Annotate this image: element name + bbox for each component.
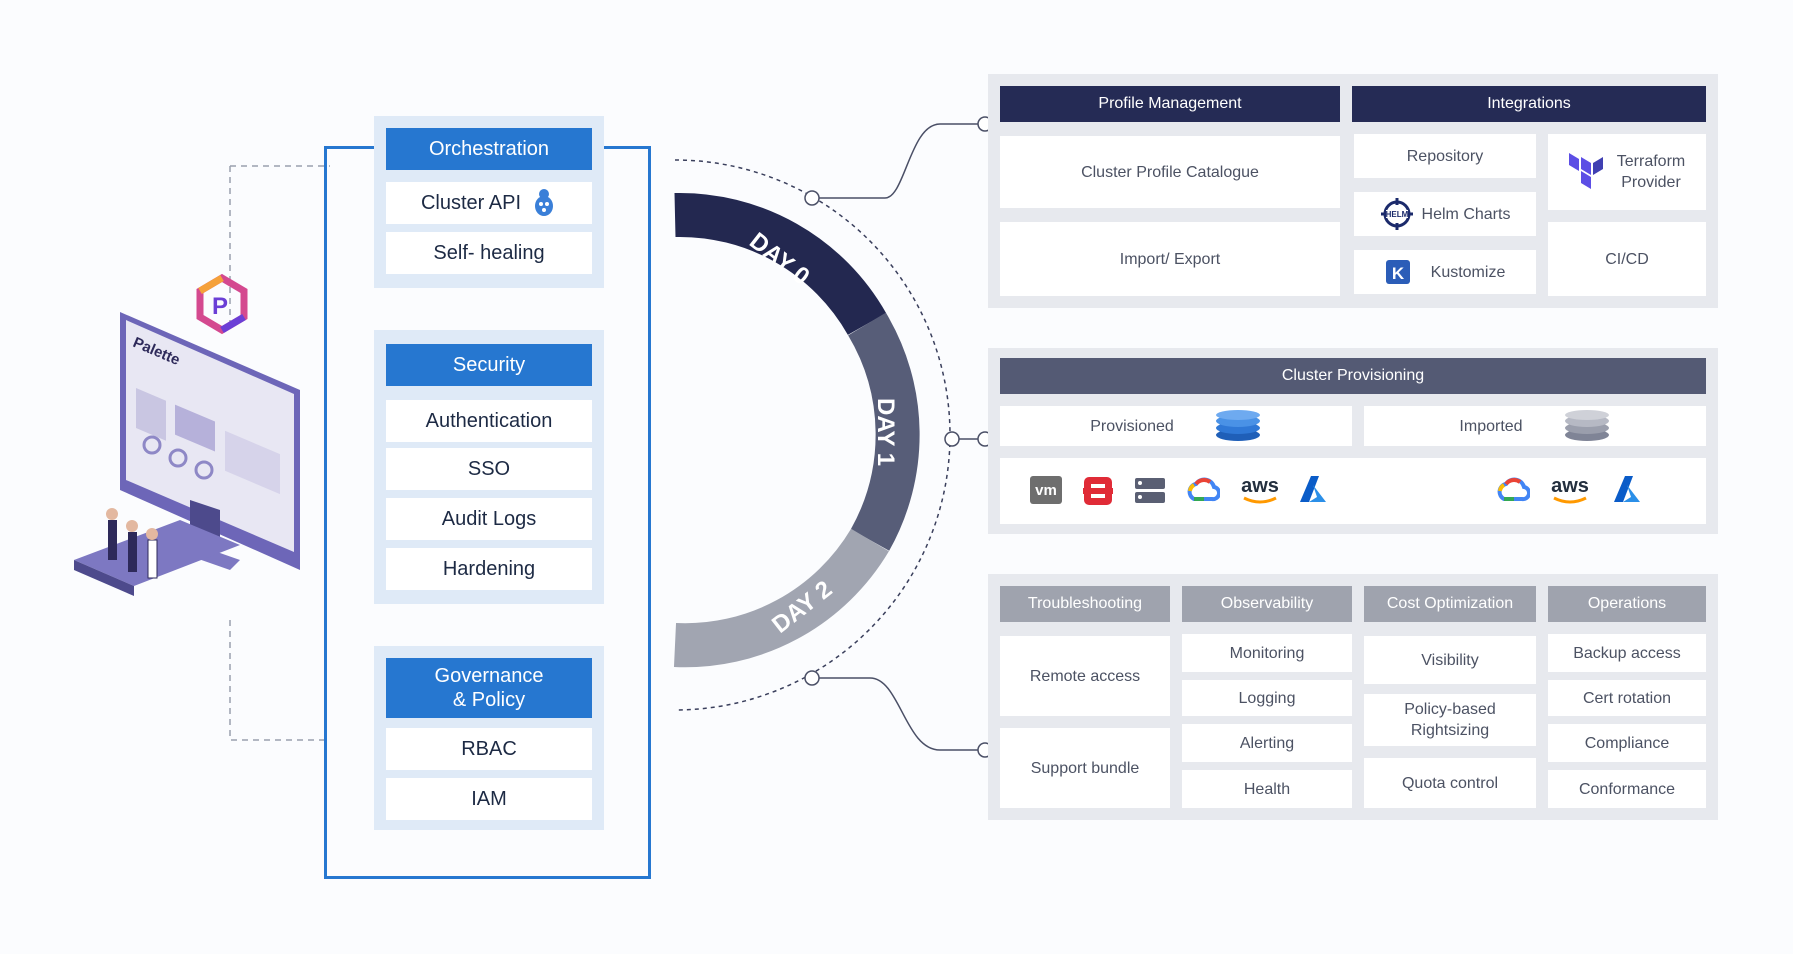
day2-connector-node bbox=[804, 670, 820, 686]
rbac-item: RBAC bbox=[386, 728, 592, 770]
provisioned-cell: Provisioned bbox=[1000, 406, 1352, 446]
visibility-cell: Visibility bbox=[1364, 636, 1536, 684]
helm-charts-cell: HELM Helm Charts bbox=[1354, 192, 1536, 236]
imported-cell: Imported bbox=[1364, 406, 1706, 446]
palette-monitor-illustration: P Palette bbox=[74, 273, 300, 596]
cicd-cell: CI/CD bbox=[1548, 222, 1706, 296]
cluster-api-turtle-icon bbox=[535, 189, 554, 216]
alerting-cell: Alerting bbox=[1182, 724, 1352, 762]
openstack-icon bbox=[1083, 476, 1113, 506]
authentication-item: Authentication bbox=[386, 400, 592, 442]
azure-icon bbox=[1298, 474, 1328, 504]
svg-text:P: P bbox=[212, 293, 228, 320]
cost-optimization-title: Cost Optimization bbox=[1364, 586, 1536, 622]
helm-icon: HELM bbox=[1380, 198, 1413, 230]
sso-item: SSO bbox=[386, 448, 592, 490]
cluster-api-item: Cluster API bbox=[386, 182, 592, 224]
imported-azure-icon bbox=[1612, 474, 1642, 504]
audit-logs-item: Audit Logs bbox=[386, 498, 592, 540]
integrations-title: Integrations bbox=[1352, 86, 1706, 122]
bare-metal-icon bbox=[1134, 476, 1166, 506]
cert-rotation-cell: Cert rotation bbox=[1548, 680, 1706, 716]
cluster-provisioning-title: Cluster Provisioning bbox=[1000, 358, 1706, 394]
imported-gcp-icon bbox=[1496, 474, 1530, 506]
kustomize-label: Kustomize bbox=[1430, 263, 1506, 281]
orchestration-title: Orchestration bbox=[386, 128, 592, 170]
hardening-item: Hardening bbox=[386, 548, 592, 590]
compliance-cell: Compliance bbox=[1548, 724, 1706, 762]
terraform-icon bbox=[1568, 153, 1603, 189]
gcp-icon bbox=[1186, 474, 1220, 506]
imported-aws-icon: aws bbox=[1550, 472, 1590, 508]
imported-cluster-stack-icon bbox=[1564, 410, 1609, 441]
day2-connector bbox=[812, 677, 985, 751]
security-title: Security bbox=[386, 344, 592, 386]
remote-access-cell: Remote access bbox=[1000, 636, 1170, 716]
quota-control-cell: Quota control bbox=[1364, 758, 1536, 808]
backup-access-cell: Backup access bbox=[1548, 634, 1706, 672]
vmware-icon: vm bbox=[1030, 476, 1062, 504]
troubleshooting-title: Troubleshooting bbox=[1000, 586, 1170, 622]
health-cell: Health bbox=[1182, 770, 1352, 808]
import-export-cell: Import/ Export bbox=[1000, 222, 1340, 296]
day0-connector bbox=[812, 123, 985, 199]
repository-cell: Repository bbox=[1354, 134, 1536, 178]
helm-charts-label: Helm Charts bbox=[1421, 205, 1511, 223]
kustomize-icon: K bbox=[1385, 260, 1410, 284]
svg-text:HELM: HELM bbox=[1385, 210, 1408, 219]
terraform-label: Terraform Provider bbox=[1616, 153, 1686, 191]
cluster-api-label: Cluster API bbox=[420, 191, 522, 214]
cluster-profile-catalogue-cell: Cluster Profile Catalogue bbox=[1000, 136, 1340, 208]
support-bundle-cell: Support bundle bbox=[1000, 728, 1170, 808]
provisioned-cluster-stack-icon bbox=[1215, 410, 1260, 441]
svg-text:K: K bbox=[1392, 264, 1405, 283]
self-healing-item: Self- healing bbox=[386, 232, 592, 274]
terraform-cell: Terraform Provider bbox=[1548, 134, 1706, 210]
day1-connector-node bbox=[944, 431, 960, 447]
palette-logo-icon: P bbox=[196, 273, 248, 335]
policy-rightsizing-cell: Policy-based Rightsizing bbox=[1364, 694, 1536, 746]
monitoring-cell: Monitoring bbox=[1182, 634, 1352, 672]
day1-label: DAY 1 bbox=[872, 398, 899, 466]
iam-item: IAM bbox=[386, 778, 592, 820]
logging-cell: Logging bbox=[1182, 680, 1352, 716]
observability-title: Observability bbox=[1182, 586, 1352, 622]
kustomize-cell: K Kustomize bbox=[1354, 250, 1536, 294]
day2-ring-segment bbox=[673, 528, 889, 668]
aws-icon: aws bbox=[1240, 472, 1280, 508]
provisioned-label: Provisioned bbox=[1090, 417, 1174, 435]
imported-label: Imported bbox=[1459, 417, 1523, 435]
governance-title: Governance & Policy bbox=[386, 658, 592, 718]
operations-title: Operations bbox=[1548, 586, 1706, 622]
day0-connector-node bbox=[804, 190, 820, 206]
profile-management-title: Profile Management bbox=[1000, 86, 1340, 122]
conformance-cell: Conformance bbox=[1548, 770, 1706, 808]
